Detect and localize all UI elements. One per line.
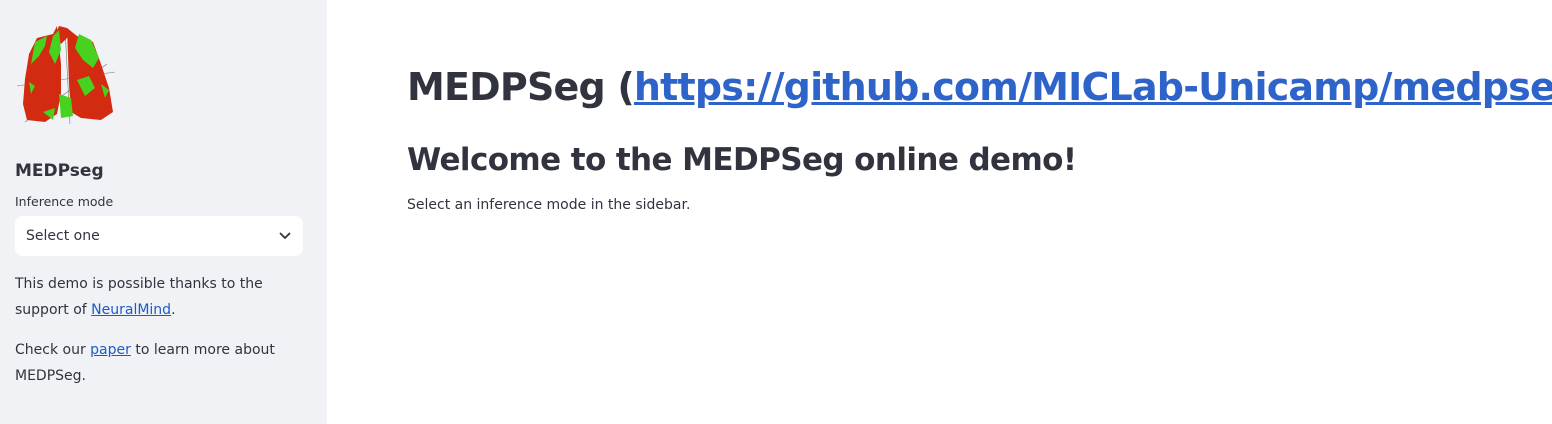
lung-segmentation-logo [16,26,115,125]
app-root: MEDPseg Inference mode Select one This d… [0,0,1552,424]
page-title-prefix: MEDPSeg ( [407,65,635,109]
inference-mode-select[interactable]: Select one [15,216,303,256]
chevron-down-icon [279,230,291,242]
neuralmind-link[interactable]: NeuralMind [91,302,171,318]
inference-mode-selected-value: Select one [26,228,100,244]
support-text: This demo is possible thanks to the supp… [15,271,303,323]
instruction-text: Select an inference mode in the sidebar. [407,197,691,213]
page-title: MEDPSeg (https://github.com/MICLab-Unica… [407,62,1552,112]
paper-text: Check our paper to learn more about MEDP… [15,337,303,389]
paper-link[interactable]: paper [90,342,131,358]
welcome-heading: Welcome to the MEDPSeg online demo! [407,142,1077,178]
github-repo-link[interactable]: https://github.com/MICLab-Unicamp/medpse… [634,65,1552,109]
sidebar: MEDPseg Inference mode Select one This d… [0,0,327,424]
inference-mode-label: Inference mode [15,194,114,209]
sidebar-app-name: MEDPseg [15,161,104,181]
support-text-after: . [171,302,176,318]
paper-text-before: Check our [15,342,91,358]
main-content: MEDPSeg (https://github.com/MICLab-Unica… [327,0,1552,424]
